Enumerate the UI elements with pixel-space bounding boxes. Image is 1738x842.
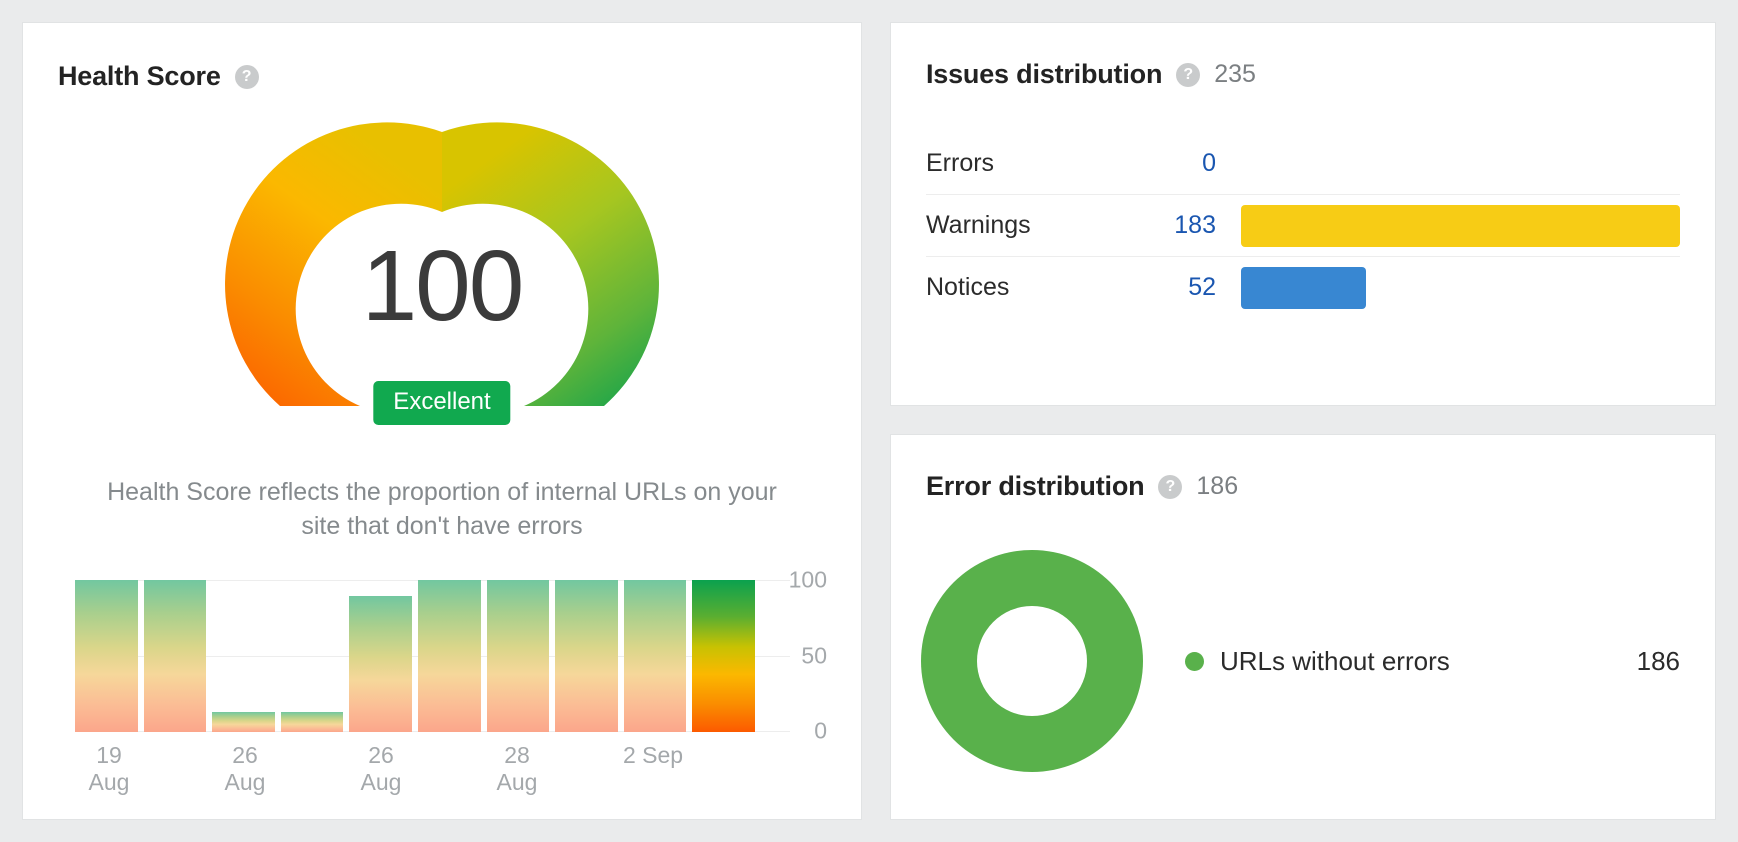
- issue-count[interactable]: 0: [1126, 149, 1216, 178]
- history-bar[interactable]: [349, 596, 412, 732]
- history-bar[interactable]: [417, 579, 481, 732]
- donut-chart[interactable]: [921, 550, 1143, 772]
- issue-label: Notices: [926, 273, 1010, 301]
- dashboard-page: Health Score ? 100 Excellent Health Scor…: [0, 0, 1738, 842]
- x-tick-label: [415, 742, 483, 796]
- health-score-gauge: 100 Excellent: [212, 106, 672, 446]
- issues-distribution-title: Issues distribution: [926, 59, 1163, 89]
- donut-hole: [977, 606, 1087, 716]
- issues-distribution-header: Issues distribution ? 235: [926, 59, 1715, 90]
- issue-bar-cell: [1216, 257, 1680, 318]
- issues-distribution-panel: Issues distribution ? 235 Errors 0 Warni…: [890, 22, 1716, 406]
- history-bar[interactable]: [75, 579, 138, 732]
- history-bars: [75, 579, 755, 732]
- x-tick-label: [143, 742, 211, 796]
- x-tick-label: [279, 742, 347, 796]
- legend-label: URLs without errors: [1220, 645, 1450, 676]
- issues-total-count: 235: [1214, 60, 1256, 88]
- x-tick-label: 28 Aug: [496, 741, 538, 795]
- history-bar[interactable]: [555, 579, 618, 732]
- health-score-header: Health Score ?: [58, 61, 861, 92]
- page-title: Health Score: [58, 61, 221, 91]
- y-tick-label: 0: [814, 717, 827, 743]
- issue-bar: [1241, 204, 1680, 247]
- error-distribution-chart: URLs without errors 186: [921, 536, 1680, 786]
- history-bar[interactable]: [623, 579, 687, 732]
- x-tick-label: 19 Aug: [88, 741, 130, 795]
- issue-label: Warnings: [926, 211, 1031, 239]
- help-circle-icon[interactable]: ?: [234, 64, 259, 89]
- help-circle-icon[interactable]: ?: [1176, 62, 1201, 87]
- legend-color-dot-icon: [1185, 651, 1204, 671]
- legend-item-urls-without-errors[interactable]: URLs without errors 186: [1185, 646, 1680, 677]
- history-bar[interactable]: [280, 711, 344, 732]
- x-tick-label: 26 Aug: [360, 741, 402, 795]
- issue-row-warnings: Warnings 183: [926, 194, 1680, 256]
- status-badge: Excellent: [373, 381, 511, 425]
- history-x-axis: 19 Aug 26 Aug 26 Aug 28 Aug 2 Sep: [75, 742, 755, 796]
- health-score-description: Health Score reflects the proportion of …: [107, 478, 777, 540]
- issue-count[interactable]: 183: [1126, 211, 1216, 240]
- history-bar[interactable]: [486, 579, 550, 732]
- y-tick-label: 100: [788, 566, 827, 592]
- history-plot-area: [75, 579, 790, 732]
- health-score-history-chart: 100 50 0 19 Aug 26 Aug 26 Aug 28 Aug 2 S…: [75, 566, 835, 795]
- help-circle-icon[interactable]: ?: [1158, 474, 1183, 499]
- donut-legend: URLs without errors 186: [1143, 646, 1680, 677]
- issue-label: Errors: [926, 148, 995, 177]
- issue-row-notices: Notices 52: [926, 256, 1680, 318]
- issues-list: Errors 0 Warnings 183 Notices 52: [926, 132, 1680, 318]
- history-bar[interactable]: [212, 711, 275, 732]
- x-tick-label: [687, 742, 755, 796]
- health-score-panel: Health Score ? 100 Excellent Health Scor…: [22, 22, 862, 820]
- history-y-axis: 100 50 0: [765, 566, 827, 743]
- error-distribution-total-count: 186: [1196, 472, 1239, 500]
- error-distribution-title: Error distribution: [926, 471, 1145, 501]
- issue-count[interactable]: 52: [1126, 273, 1216, 302]
- error-distribution-header: Error distribution ? 186: [926, 471, 1715, 502]
- legend-value: 186: [1636, 645, 1680, 676]
- issue-bar-cell: [1216, 132, 1680, 194]
- issue-row-errors: Errors 0: [926, 132, 1680, 194]
- health-score-value: 100: [361, 230, 525, 342]
- x-tick-label: [551, 742, 619, 796]
- issue-bar: [1241, 266, 1366, 309]
- history-bar[interactable]: [143, 579, 207, 732]
- issue-bar-cell: [1216, 195, 1680, 256]
- x-tick-label: 26 Aug: [224, 741, 266, 795]
- history-bar-current[interactable]: [692, 579, 755, 732]
- y-tick-label: 50: [801, 642, 827, 668]
- x-tick-label: 2 Sep: [622, 741, 684, 768]
- error-distribution-panel: Error distribution ? 186 URLs without er…: [890, 434, 1716, 820]
